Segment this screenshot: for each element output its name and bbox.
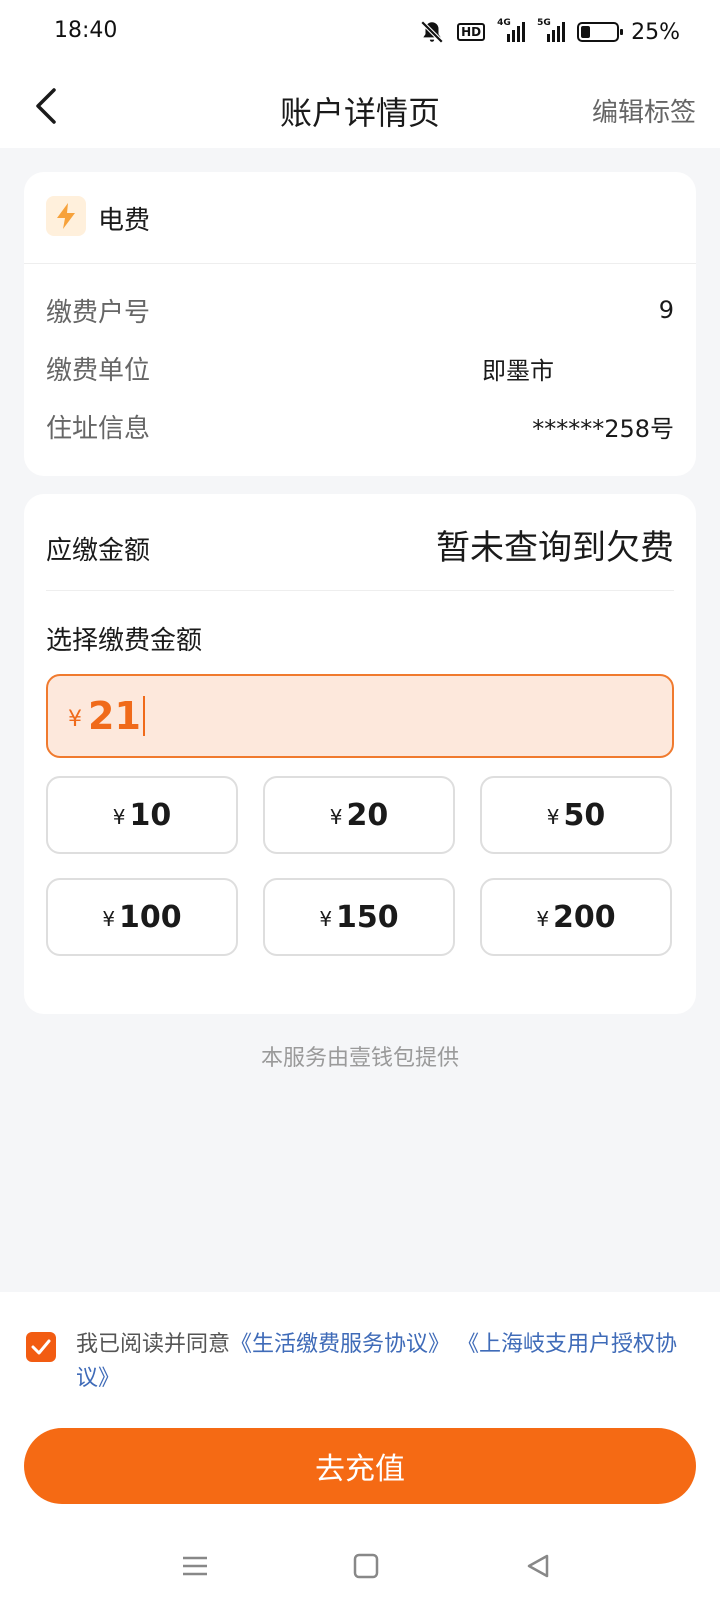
amount-option-value: 10: [129, 797, 172, 833]
account-number-value: 9: [658, 296, 674, 324]
menu-key[interactable]: [175, 1546, 215, 1586]
account-card-header: 电费: [24, 172, 696, 264]
bell-muted-icon: [419, 19, 445, 45]
lightning-bolt-icon: [46, 196, 86, 236]
status-bar: 18:40 HD 4G 5G 25%: [0, 0, 720, 64]
triangle-back-icon: [527, 1554, 549, 1578]
signal-4g-icon: 4G: [497, 18, 526, 44]
currency-symbol: ¥: [329, 805, 343, 829]
battery-icon: [577, 22, 624, 42]
agreement-text: 我已阅读并同意《生活缴费服务协议》 《上海岐支用户授权协议》: [76, 1328, 706, 1396]
back-button[interactable]: [22, 82, 70, 130]
payment-unit-row: 缴费单位 即墨市: [46, 348, 674, 388]
provider-note: 本服务由壹钱包提供: [260, 1046, 459, 1071]
signal-5g-icon: 5G: [537, 18, 566, 44]
account-number-label: 缴费户号: [46, 297, 151, 328]
battery-percent: 25%: [631, 19, 680, 45]
account-detail-page: 18:40 HD 4G 5G 25% 账户详情页 编辑标签 电费 缴费户号 9 …: [0, 0, 720, 1612]
chevron-left-icon: [36, 88, 56, 124]
service-agreement-link[interactable]: 《生活缴费服务协议》: [230, 1332, 450, 1357]
amount-option-20[interactable]: ¥ 20: [263, 776, 455, 854]
amount-due-label: 应缴金额: [46, 536, 151, 566]
home-key[interactable]: [346, 1546, 386, 1586]
agreement-prefix: 我已阅读并同意: [76, 1332, 231, 1357]
amount-option-100[interactable]: ¥ 100: [46, 878, 238, 956]
amount-option-50[interactable]: ¥ 50: [480, 776, 672, 854]
divider: [46, 590, 674, 591]
system-nav-bar: [0, 1536, 720, 1596]
address-row: 住址信息 ******258号: [46, 406, 674, 446]
home-square-icon: [353, 1553, 379, 1579]
payment-unit-value: 即墨市: [482, 356, 554, 385]
currency-symbol: ¥: [546, 805, 560, 829]
currency-symbol: ¥: [68, 706, 82, 732]
address-value: ******258号: [532, 414, 674, 443]
amount-input-value: 21: [88, 694, 141, 738]
amount-input[interactable]: ¥ 21: [46, 674, 674, 758]
address-label: 住址信息: [46, 413, 151, 444]
payment-unit-label: 缴费单位: [46, 355, 151, 386]
currency-symbol: ¥: [102, 907, 116, 931]
edit-tags-button[interactable]: 编辑标签: [592, 92, 696, 129]
agreement-checkbox[interactable]: [26, 1332, 56, 1362]
bottom-panel: 我已阅读并同意《生活缴费服务协议》 《上海岐支用户授权协议》 去充值: [0, 1292, 720, 1612]
status-time: 18:40: [54, 18, 118, 43]
menu-icon: [183, 1556, 207, 1576]
currency-symbol: ¥: [112, 805, 126, 829]
system-back-key[interactable]: [518, 1546, 558, 1586]
amount-option-value: 20: [346, 797, 389, 833]
payment-card: 应缴金额 暂未查询到欠费 选择缴费金额 ¥ 21 ¥ 10 ¥ 20 ¥ 50 …: [24, 494, 696, 1014]
account-number-row: 缴费户号 9: [46, 290, 674, 330]
currency-symbol: ¥: [319, 907, 333, 931]
amount-option-150[interactable]: ¥ 150: [263, 878, 455, 956]
nav-bar: 账户详情页 编辑标签: [0, 64, 720, 148]
category-title: 电费: [98, 206, 151, 236]
amount-option-10[interactable]: ¥ 10: [46, 776, 238, 854]
amount-option-value: 150: [336, 899, 399, 935]
hd-icon: HD: [457, 23, 486, 41]
choose-amount-label: 选择缴费金额: [46, 626, 203, 656]
battery-fill: [581, 26, 591, 38]
checkmark-icon: [31, 1339, 51, 1355]
amount-option-200[interactable]: ¥ 200: [480, 878, 672, 956]
amount-option-value: 200: [553, 899, 616, 935]
amount-due-value: 暂未查询到欠费: [436, 528, 674, 568]
recharge-button[interactable]: 去充值: [24, 1428, 696, 1504]
amount-option-value: 100: [119, 899, 182, 935]
currency-symbol: ¥: [536, 907, 550, 931]
amount-option-value: 50: [563, 797, 606, 833]
status-icons: HD 4G 5G 25%: [419, 18, 680, 46]
text-caret: [142, 696, 145, 736]
